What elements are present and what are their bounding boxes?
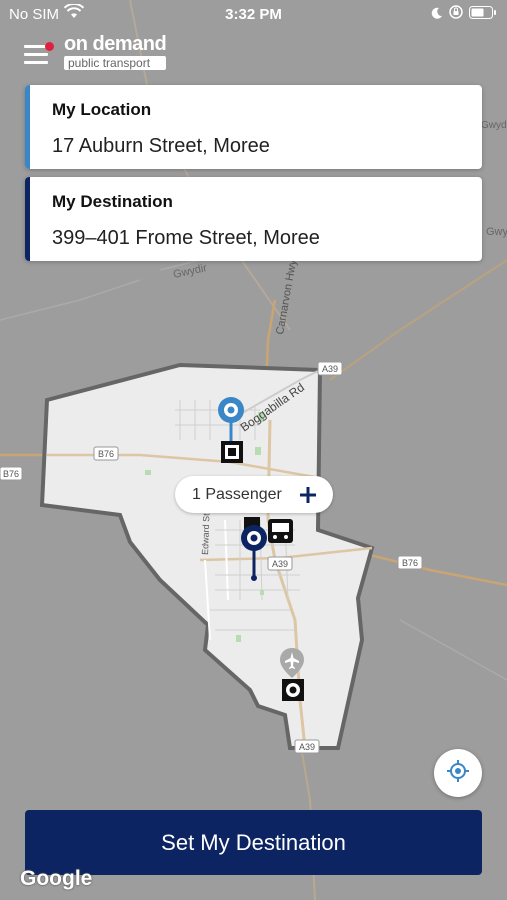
app-header: on demand public transport (22, 32, 167, 72)
my-destination-title: My Destination (52, 192, 173, 211)
status-bar: No SIM 3:32 PM (0, 0, 507, 28)
bus-icon[interactable] (268, 519, 293, 543)
orientation-lock-icon (449, 5, 463, 23)
passenger-selector[interactable]: 1 Passenger (175, 476, 333, 513)
app-logo: on demand public transport (64, 33, 167, 70)
svg-text:B76: B76 (98, 449, 114, 459)
google-attribution: Google (20, 867, 93, 890)
route-badge-a39-south: A39 (294, 739, 320, 754)
logo-line1: on demand (64, 33, 167, 55)
logo-line2: public transport (64, 56, 167, 70)
road-label-edward-st: Edward St (200, 513, 211, 555)
add-passenger-plus-icon[interactable] (297, 484, 319, 506)
svg-text:A39: A39 (322, 364, 338, 374)
route-badge-a39-town: A39 (267, 556, 293, 571)
route-badge-a39-north: A39 (317, 361, 343, 376)
svg-text:B76: B76 (402, 558, 418, 568)
svg-text:A39: A39 (299, 742, 315, 752)
route-badge-b76-town: B76 (93, 446, 119, 461)
my-location-title: My Location (52, 100, 152, 119)
my-destination-value: 399–401 Frome Street, Moree (52, 227, 320, 249)
destination-accent-bar (25, 177, 30, 261)
location-accent-bar (25, 85, 30, 169)
svg-text:A39: A39 (272, 559, 288, 569)
moon-icon (431, 6, 443, 23)
menu-button[interactable] (22, 37, 56, 67)
svg-text:B76: B76 (3, 469, 19, 479)
crosshair-icon (446, 759, 470, 788)
battery-icon (469, 5, 497, 23)
my-location-value: 17 Auburn Street, Moree (52, 135, 270, 157)
my-location-card[interactable]: My Location 17 Auburn Street, Moree (25, 85, 482, 169)
notification-dot (45, 42, 54, 51)
stop-icon-airport[interactable] (282, 679, 304, 701)
menu-bar-icon (24, 61, 48, 64)
passenger-count-label: 1 Passenger (192, 485, 282, 503)
my-location-button[interactable] (434, 749, 482, 797)
set-destination-button[interactable]: Set My Destination (25, 810, 482, 875)
menu-bar-icon (24, 53, 48, 56)
road-label-gwydir-2: Gwydir (486, 226, 507, 238)
stop-icon-north[interactable] (221, 441, 243, 463)
route-badge-b76-west: B76 (0, 466, 23, 481)
road-label-gwyd: Gwyd (481, 120, 507, 131)
my-destination-card[interactable]: My Destination 399–401 Frome Street, Mor… (25, 177, 482, 261)
status-indicators (431, 5, 497, 23)
route-badge-b76-east: B76 (397, 555, 423, 570)
